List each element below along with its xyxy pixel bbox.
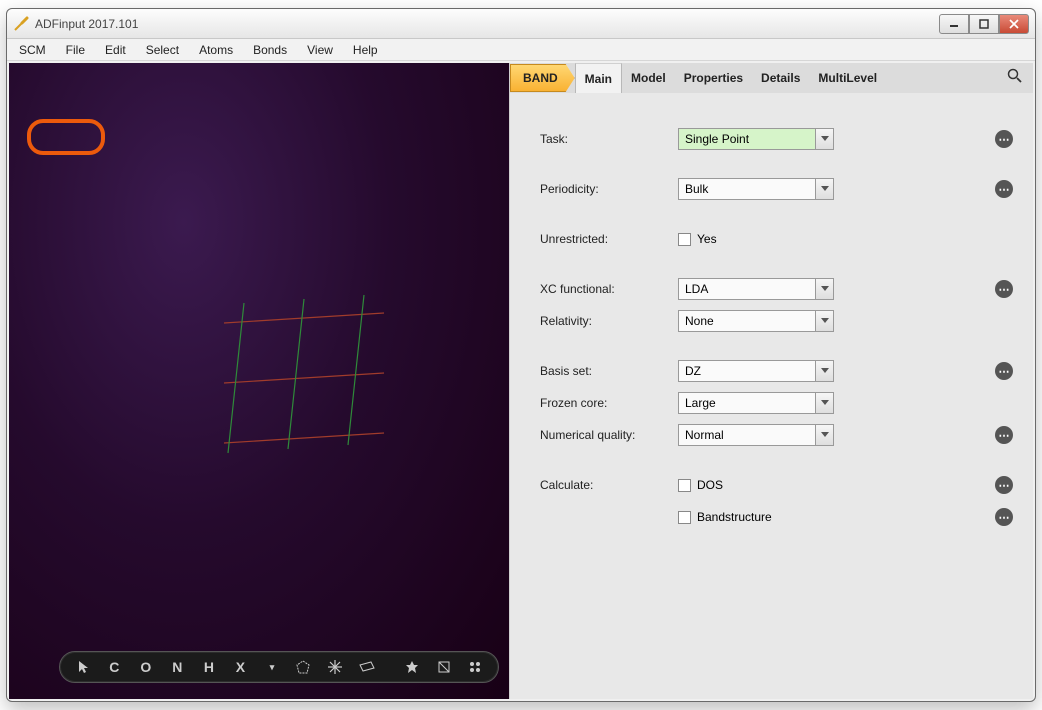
search-icon[interactable] [1001, 68, 1029, 88]
checkbox-dos[interactable] [678, 479, 691, 492]
menu-edit[interactable]: Edit [97, 41, 134, 59]
chevron-down-icon[interactable] [815, 279, 833, 299]
more-numq[interactable]: ⋯ [995, 426, 1013, 444]
option-yes: Yes [697, 232, 717, 246]
label-periodicity: Periodicity: [540, 182, 678, 196]
select-periodicity[interactable]: Bulk [678, 178, 834, 200]
settings-panel: BAND Main Model Properties Details Multi… [509, 63, 1033, 699]
engine-selector[interactable]: BAND [510, 64, 575, 92]
minimize-button[interactable] [939, 14, 969, 34]
menu-bonds[interactable]: Bonds [245, 41, 295, 59]
app-window: ADFinput 2017.101 SCM File Edit Select A… [6, 8, 1036, 702]
tab-properties[interactable]: Properties [675, 63, 752, 93]
chevron-down-icon[interactable] [815, 425, 833, 445]
window-title: ADFinput 2017.101 [35, 17, 138, 31]
chevron-down-icon[interactable] [815, 129, 833, 149]
content-area: C O N H X ▾ [9, 63, 1033, 699]
menu-scm[interactable]: SCM [11, 41, 54, 59]
menu-view[interactable]: View [299, 41, 341, 59]
more-basis[interactable]: ⋯ [995, 362, 1013, 380]
element-h[interactable]: H [200, 658, 218, 676]
dots-tool-icon[interactable] [466, 658, 484, 676]
element-toolbar: C O N H X ▾ [59, 651, 499, 683]
more-dos[interactable]: ⋯ [995, 476, 1013, 494]
select-xc[interactable]: LDA [678, 278, 834, 300]
label-xc: XC functional: [540, 282, 678, 296]
menu-select[interactable]: Select [138, 41, 187, 59]
checkbox-unrestricted[interactable] [678, 233, 691, 246]
close-button[interactable] [999, 14, 1029, 34]
label-core: Frozen core: [540, 396, 678, 410]
option-bandstructure: Bandstructure [697, 510, 772, 524]
chevron-down-icon[interactable] [815, 311, 833, 331]
menu-atoms[interactable]: Atoms [191, 41, 241, 59]
tab-main[interactable]: Main [575, 63, 622, 93]
more-bandstructure[interactable]: ⋯ [995, 508, 1013, 526]
menu-help[interactable]: Help [345, 41, 386, 59]
select-basis[interactable]: DZ [678, 360, 834, 382]
settings-form: Task: Single Point ⋯ Periodicity: Bulk ⋯ [510, 93, 1033, 699]
dropdown-icon[interactable]: ▾ [263, 658, 281, 676]
element-o[interactable]: O [137, 658, 155, 676]
tab-multilevel[interactable]: MultiLevel [809, 63, 886, 93]
label-calculate: Calculate: [540, 478, 678, 492]
select-core[interactable]: Large [678, 392, 834, 414]
tabbar: BAND Main Model Properties Details Multi… [510, 63, 1033, 93]
tab-model[interactable]: Model [622, 63, 675, 93]
element-c[interactable]: C [106, 658, 124, 676]
element-n[interactable]: N [169, 658, 187, 676]
label-numq: Numerical quality: [540, 428, 678, 442]
label-relativity: Relativity: [540, 314, 678, 328]
more-xc[interactable]: ⋯ [995, 280, 1013, 298]
lattice-grid [204, 283, 404, 463]
select-task[interactable]: Single Point [678, 128, 834, 150]
star-tool-icon[interactable] [403, 658, 421, 676]
element-x[interactable]: X [232, 658, 250, 676]
titlebar: ADFinput 2017.101 [7, 9, 1035, 39]
tab-details[interactable]: Details [752, 63, 809, 93]
more-periodicity[interactable]: ⋯ [995, 180, 1013, 198]
app-icon [13, 16, 29, 32]
pointer-tool-icon[interactable] [74, 658, 92, 676]
option-dos: DOS [697, 478, 723, 492]
maximize-button[interactable] [969, 14, 999, 34]
label-unrestricted: Unrestricted: [540, 232, 678, 246]
more-task[interactable]: ⋯ [995, 130, 1013, 148]
chevron-down-icon[interactable] [815, 393, 833, 413]
menu-file[interactable]: File [58, 41, 93, 59]
select-numq[interactable]: Normal [678, 424, 834, 446]
chevron-down-icon[interactable] [815, 361, 833, 381]
menubar: SCM File Edit Select Atoms Bonds View He… [7, 39, 1035, 61]
select-relativity[interactable]: None [678, 310, 834, 332]
label-basis: Basis set: [540, 364, 678, 378]
ring-tool-icon[interactable] [295, 658, 313, 676]
molecule-viewport[interactable]: C O N H X ▾ [9, 63, 509, 699]
checkbox-bandstructure[interactable] [678, 511, 691, 524]
label-task: Task: [540, 132, 678, 146]
chevron-down-icon[interactable] [815, 179, 833, 199]
box-tool-icon[interactable] [435, 658, 453, 676]
snowflake-tool-icon[interactable] [326, 658, 344, 676]
slab-tool-icon[interactable] [358, 658, 376, 676]
